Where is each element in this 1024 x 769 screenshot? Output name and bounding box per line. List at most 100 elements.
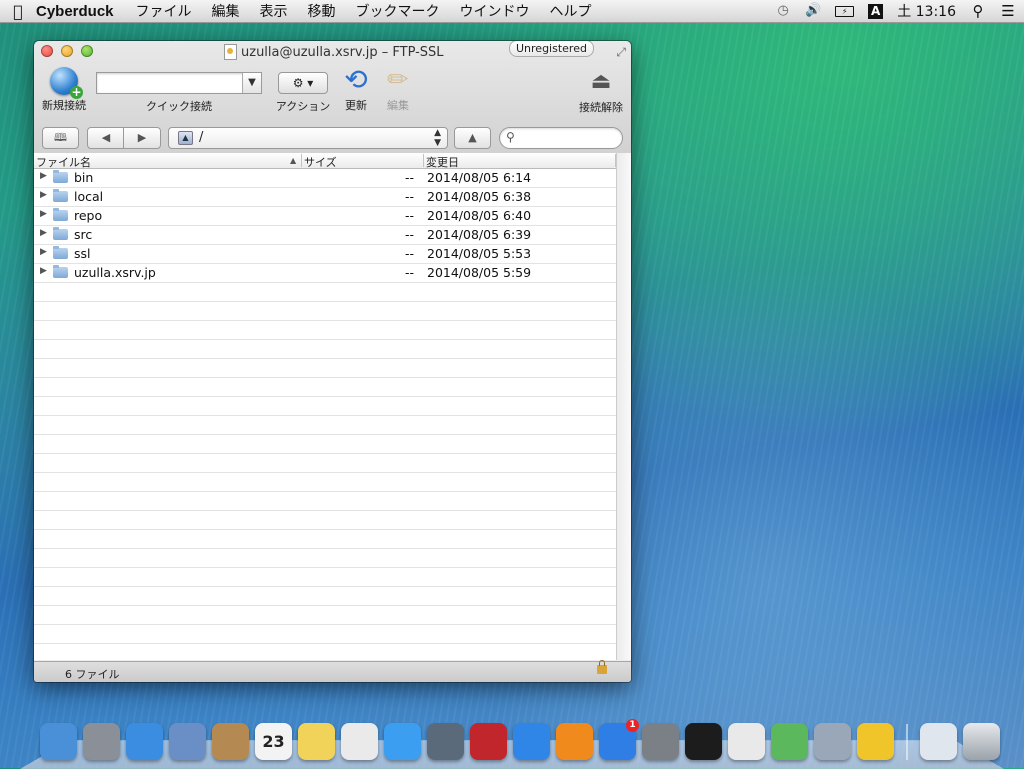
file-list: ▶ bin -- 2014/08/05 6:14 ▶ local -- 2014… — [34, 169, 616, 660]
dock-photo-booth-icon[interactable] — [470, 723, 507, 760]
dock-finder-icon[interactable] — [40, 723, 77, 760]
refresh-label: 更新 — [345, 99, 367, 112]
dock-system-preferences-icon[interactable] — [642, 723, 679, 760]
search-icon: ⚲ — [506, 130, 515, 144]
apple-menu-icon[interactable]:  — [0, 2, 36, 21]
new-connection-label: 新規接続 — [42, 99, 86, 112]
table-row[interactable]: ▶ repo -- 2014/08/05 6:40 — [34, 207, 616, 226]
pencil-icon: ✏ — [387, 65, 409, 95]
disclosure-triangle-icon[interactable]: ▶ — [40, 228, 47, 238]
lock-icon[interactable] — [597, 660, 607, 674]
disconnect-label: 接続解除 — [579, 101, 623, 114]
disclosure-triangle-icon[interactable]: ▶ — [40, 171, 47, 181]
dock-app-store-icon[interactable]: 1 — [599, 719, 639, 760]
empty-row — [34, 587, 616, 606]
file-modified: 2014/08/05 6:14 — [427, 170, 532, 185]
file-size: -- — [405, 189, 415, 204]
unregistered-badge[interactable]: Unregistered — [509, 41, 594, 57]
vertical-scrollbar[interactable] — [616, 153, 631, 660]
dock-mail-icon[interactable] — [169, 723, 206, 760]
search-field[interactable]: ⚲ — [499, 127, 623, 149]
menu-bookmarks[interactable]: ブックマーク — [356, 1, 440, 21]
column-header-modified[interactable]: 変更日 — [426, 154, 459, 170]
zoom-window-button[interactable] — [81, 45, 93, 57]
disclosure-triangle-icon[interactable]: ▶ — [40, 247, 47, 257]
folder-icon — [53, 265, 68, 278]
dock-safari-icon[interactable] — [126, 723, 163, 760]
close-window-button[interactable] — [41, 45, 53, 57]
file-name: repo — [74, 208, 103, 223]
dock-itunes-icon[interactable] — [513, 723, 550, 760]
disclosure-triangle-icon[interactable]: ▶ — [40, 190, 47, 200]
menu-view[interactable]: 表示 — [260, 1, 288, 21]
input-source-indicator[interactable]: A — [868, 3, 884, 19]
forward-button[interactable]: ▶ — [123, 127, 161, 149]
menu-clock[interactable]: 土 13:16 — [897, 1, 956, 21]
menu-edit[interactable]: 編集 — [212, 1, 240, 21]
dock-coda-icon[interactable] — [771, 723, 808, 760]
bookmarks-toggle-button[interactable]: 🕮 — [42, 127, 79, 149]
table-row[interactable]: ▶ bin -- 2014/08/05 6:14 — [34, 169, 616, 188]
dock-cyberduck-icon[interactable] — [857, 723, 894, 760]
empty-row — [34, 397, 616, 416]
fullscreen-icon[interactable]: ⤢ — [616, 45, 626, 60]
menu-window[interactable]: ウインドウ — [460, 1, 530, 21]
menu-go[interactable]: 移動 — [308, 1, 336, 21]
status-bar: 6 ファイル — [34, 660, 631, 682]
time-machine-icon[interactable]: ◷ — [775, 3, 791, 19]
dock-facetime-icon[interactable] — [427, 723, 464, 760]
file-modified: 2014/08/05 6:39 — [427, 227, 532, 242]
parent-directory-button[interactable]: ▲ — [454, 127, 491, 149]
quick-connect: ▼ クイック接続 — [96, 72, 262, 114]
table-row[interactable]: ▶ uzulla.xsrv.jp -- 2014/08/05 5:59 — [34, 264, 616, 283]
browser-window: uzulla@uzulla.xsrv.jp – FTP-SSL Unregist… — [34, 41, 631, 682]
dock-notes-icon[interactable] — [298, 723, 335, 760]
file-size: -- — [405, 170, 415, 185]
disk-icon: ▲ — [178, 131, 193, 145]
dock-reminders-icon[interactable] — [341, 723, 378, 760]
battery-icon[interactable]: ⚡ — [835, 5, 855, 17]
menu-help[interactable]: ヘルプ — [550, 1, 592, 21]
dock-launchpad-icon[interactable] — [83, 723, 120, 760]
dock-contacts-icon[interactable] — [212, 723, 249, 760]
column-header-name[interactable]: ファイル名 — [36, 154, 91, 170]
empty-row — [34, 606, 616, 625]
disconnect-button[interactable]: ⏏ 接続解除 — [575, 67, 627, 115]
dock-settings-app-icon[interactable] — [814, 723, 851, 760]
new-connection-button[interactable]: 新規接続 — [38, 67, 90, 113]
dock-chrome-icon[interactable] — [728, 723, 765, 760]
file-size: -- — [405, 227, 415, 242]
table-row[interactable]: ▶ local -- 2014/08/05 6:38 — [34, 188, 616, 207]
empty-row — [34, 511, 616, 530]
dock-terminal-icon[interactable] — [685, 723, 722, 760]
empty-row — [34, 321, 616, 340]
spotlight-search-icon[interactable]: ⚲ — [970, 3, 986, 19]
table-row[interactable]: ▶ ssl -- 2014/08/05 5:53 — [34, 245, 616, 264]
empty-row — [34, 378, 616, 397]
disclosure-triangle-icon[interactable]: ▶ — [40, 266, 47, 276]
menu-file[interactable]: ファイル — [136, 1, 192, 21]
disclosure-triangle-icon[interactable]: ▶ — [40, 209, 47, 219]
dock-messages-icon[interactable] — [384, 723, 421, 760]
minimize-window-button[interactable] — [61, 45, 73, 57]
action-menu-button[interactable]: ⚙ ▾ アクション — [273, 72, 333, 114]
file-name: src — [74, 227, 93, 242]
refresh-button[interactable]: ⟲ 更新 — [338, 65, 374, 113]
column-header-size[interactable]: サイズ — [304, 154, 337, 170]
edit-button[interactable]: ✏ 編集 — [380, 65, 416, 113]
back-button[interactable]: ◀ — [87, 127, 125, 149]
dock-trash-icon[interactable] — [963, 723, 1000, 760]
chevron-down-icon[interactable]: ▼ — [242, 73, 261, 93]
dock-documents-stack-icon[interactable] — [920, 723, 957, 760]
app-store-badge: 1 — [626, 719, 639, 732]
path-popup[interactable]: ▲ / ▲ ▼ — [168, 127, 448, 149]
menu-app-name[interactable]: Cyberduck — [36, 3, 114, 20]
notification-center-icon[interactable]: ☰ — [1000, 3, 1016, 19]
table-row[interactable]: ▶ src -- 2014/08/05 6:39 — [34, 226, 616, 245]
volume-icon[interactable]: 🔊 — [805, 3, 821, 19]
document-proxy-icon[interactable] — [224, 44, 237, 60]
sort-ascending-icon: ▲ — [290, 156, 297, 165]
dock-calendar-icon[interactable]: 23 — [255, 723, 292, 760]
quick-connect-combobox[interactable]: ▼ — [96, 72, 262, 94]
dock-ibooks-icon[interactable] — [556, 723, 593, 760]
